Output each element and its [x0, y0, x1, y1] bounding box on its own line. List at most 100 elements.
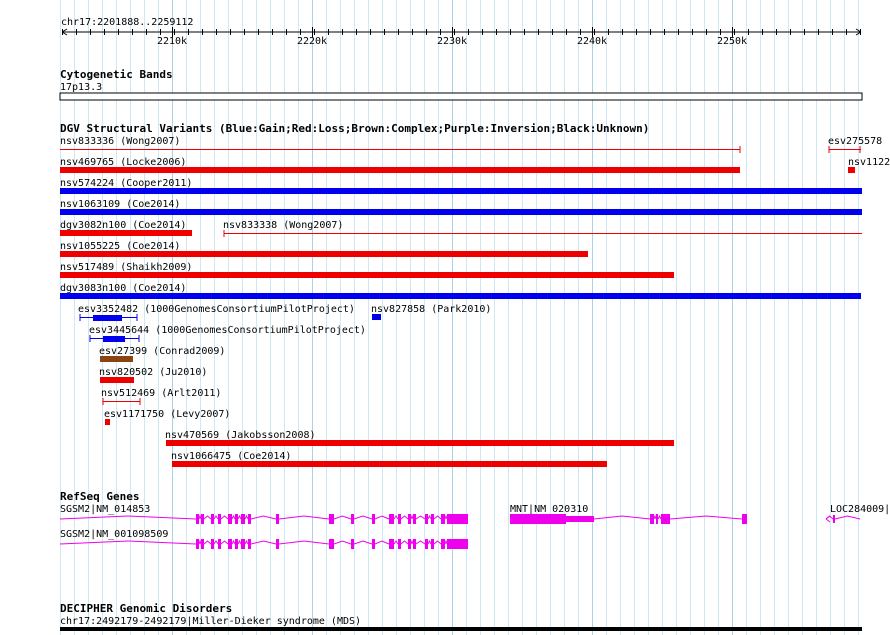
gene-intron: [231, 514, 236, 520]
gene-mnt-nm020310[interactable]: [510, 514, 747, 524]
cytoband-track[interactable]: Cytogenetic Bands 17p13.3: [59, 68, 863, 101]
gene-exon: [389, 514, 394, 524]
gene-exon: [510, 514, 566, 524]
feature-label: nsv574224 (Cooper2011): [60, 178, 192, 189]
cytoband-label: 17p13.3: [60, 82, 102, 93]
gene-intron: [410, 514, 414, 520]
variant-nsv833336[interactable]: [60, 146, 741, 153]
cytoband-bar[interactable]: [59, 92, 863, 101]
gene-intron: [250, 515, 277, 520]
dgv-track[interactable]: DGV Structural Variants (Blue:Gain;Red:L…: [60, 122, 890, 467]
gene-intron: [220, 515, 229, 520]
gene-label: LOC284009|: [830, 504, 890, 515]
gene-intron: [244, 514, 249, 520]
variant-dgv3083n100[interactable]: [60, 293, 861, 299]
gene-intron: [400, 515, 409, 520]
variant-nsv820502[interactable]: [100, 377, 134, 383]
gene-intron: [593, 515, 651, 520]
feature-label: esv275578: [828, 136, 882, 147]
gene-exon: [228, 539, 232, 549]
gene-intron: [444, 539, 448, 545]
variant-nsv1063109[interactable]: [60, 209, 862, 215]
feature-label: nsv1055225 (Coe2014): [60, 241, 180, 252]
variant-nsv512469[interactable]: [102, 398, 141, 405]
variant-nsv470569[interactable]: [166, 440, 674, 446]
gene-sgsm2-nm014853[interactable]: [59, 514, 468, 524]
gene-intron: [427, 514, 432, 520]
gene-exon: [372, 514, 375, 524]
gene-exon: [447, 539, 468, 549]
gene-intron: [353, 515, 373, 520]
gene-intron: [653, 514, 657, 520]
gene-intron: [333, 540, 352, 545]
gene-exon: [276, 539, 279, 549]
gene-exon: [218, 539, 221, 549]
ruler-tick-label: 2250k: [717, 36, 747, 47]
ruler-tick-label: 2240k: [577, 36, 607, 47]
gene-intron: [203, 540, 212, 545]
variant-nsv574224[interactable]: [60, 188, 862, 194]
feature-label: esv27399 (Conrad2009): [99, 346, 225, 357]
gene-exon: [431, 514, 434, 524]
variant-nsv1122[interactable]: [848, 167, 855, 173]
feature-label: nsv820502 (Ju2010): [99, 367, 207, 378]
genome-browser-view: chr17:2201888..2259112 2210k 2220k 2230k…: [59, 0, 890, 635]
gene-exon: [431, 539, 434, 549]
feature-label: esv3445644 (1000GenomesConsortiumPilotPr…: [89, 325, 366, 336]
track-title-decipher: DECIPHER Genomic Disorders: [60, 602, 232, 615]
variant-esv1171750[interactable]: [105, 419, 110, 425]
gene-intron: [400, 540, 409, 545]
gene-exon: [413, 539, 416, 549]
gene-intron: [415, 540, 426, 545]
variant-nsv827858[interactable]: [372, 314, 381, 320]
gene-exon: [425, 539, 428, 549]
feature-label: nsv1063109 (Coe2014): [60, 199, 180, 210]
gene-label: SGSM2|NM_001098509: [60, 529, 168, 540]
gene-intron: [353, 540, 373, 545]
gene-exon: [413, 514, 416, 524]
gene-loc284009[interactable]: [825, 515, 861, 523]
gene-intron: [278, 515, 330, 520]
gene-exon: [235, 514, 238, 524]
decipher-track[interactable]: DECIPHER Genomic Disorders chr17:2492179…: [60, 602, 862, 631]
gene-exon: [211, 539, 214, 549]
variant-dgv3082n100[interactable]: [60, 230, 192, 236]
gene-intron: [237, 514, 242, 520]
gene-exon: [201, 514, 204, 524]
gene-exon: [196, 539, 199, 549]
gene-exon: [351, 539, 354, 549]
ruler[interactable]: chr17:2201888..2259112 2210k 2220k 2230k…: [61, 17, 862, 47]
feature-label: nsv833338 (Wong2007): [223, 220, 343, 231]
gene-exon: [372, 539, 375, 549]
gene-label: MNT|NM_020310: [510, 504, 588, 515]
feature-label: nsv512469 (Arlt2011): [101, 388, 221, 399]
gene-exon: [650, 514, 654, 524]
feature-label: nsv833336 (Wong2007): [60, 136, 180, 147]
gene-intron: [433, 540, 442, 545]
variant-nsv469765[interactable]: [60, 167, 740, 173]
gene-intron: [231, 539, 236, 545]
decipher-bar[interactable]: [60, 627, 862, 631]
gene-intron: [220, 540, 229, 545]
gene-sgsm2-nm001098509[interactable]: [59, 539, 468, 549]
gene-exon: [408, 514, 411, 524]
feature-label: nsv827858 (Park2010): [371, 304, 491, 315]
gene-exon: [441, 514, 445, 524]
gene-intron: [59, 515, 197, 520]
track-title-dgv: DGV Structural Variants (Blue:Gain;Red:L…: [60, 122, 649, 135]
track-title-cytoband: Cytogenetic Bands: [60, 68, 173, 81]
gene-intron: [410, 539, 414, 545]
feature-label: esv1171750 (Levy2007): [104, 409, 230, 420]
variant-nsv833338[interactable]: [223, 230, 862, 237]
gene-strand-arrow: [825, 515, 831, 523]
variant-esv3445644[interactable]: [89, 335, 140, 342]
refseq-track[interactable]: RefSeq Genes SGSM2|NM_014853 MNT|NM_0203…: [59, 490, 890, 549]
gene-exon: [241, 539, 245, 549]
variant-nsv1066475[interactable]: [172, 461, 607, 467]
gene-intron: [657, 514, 662, 520]
variant-esv27399[interactable]: [100, 356, 133, 362]
variant-nsv517489[interactable]: [60, 272, 674, 278]
track-title-refseq: RefSeq Genes: [60, 490, 139, 503]
ruler-tick-label: 2210k: [157, 36, 187, 47]
variant-nsv1055225[interactable]: [60, 251, 588, 257]
